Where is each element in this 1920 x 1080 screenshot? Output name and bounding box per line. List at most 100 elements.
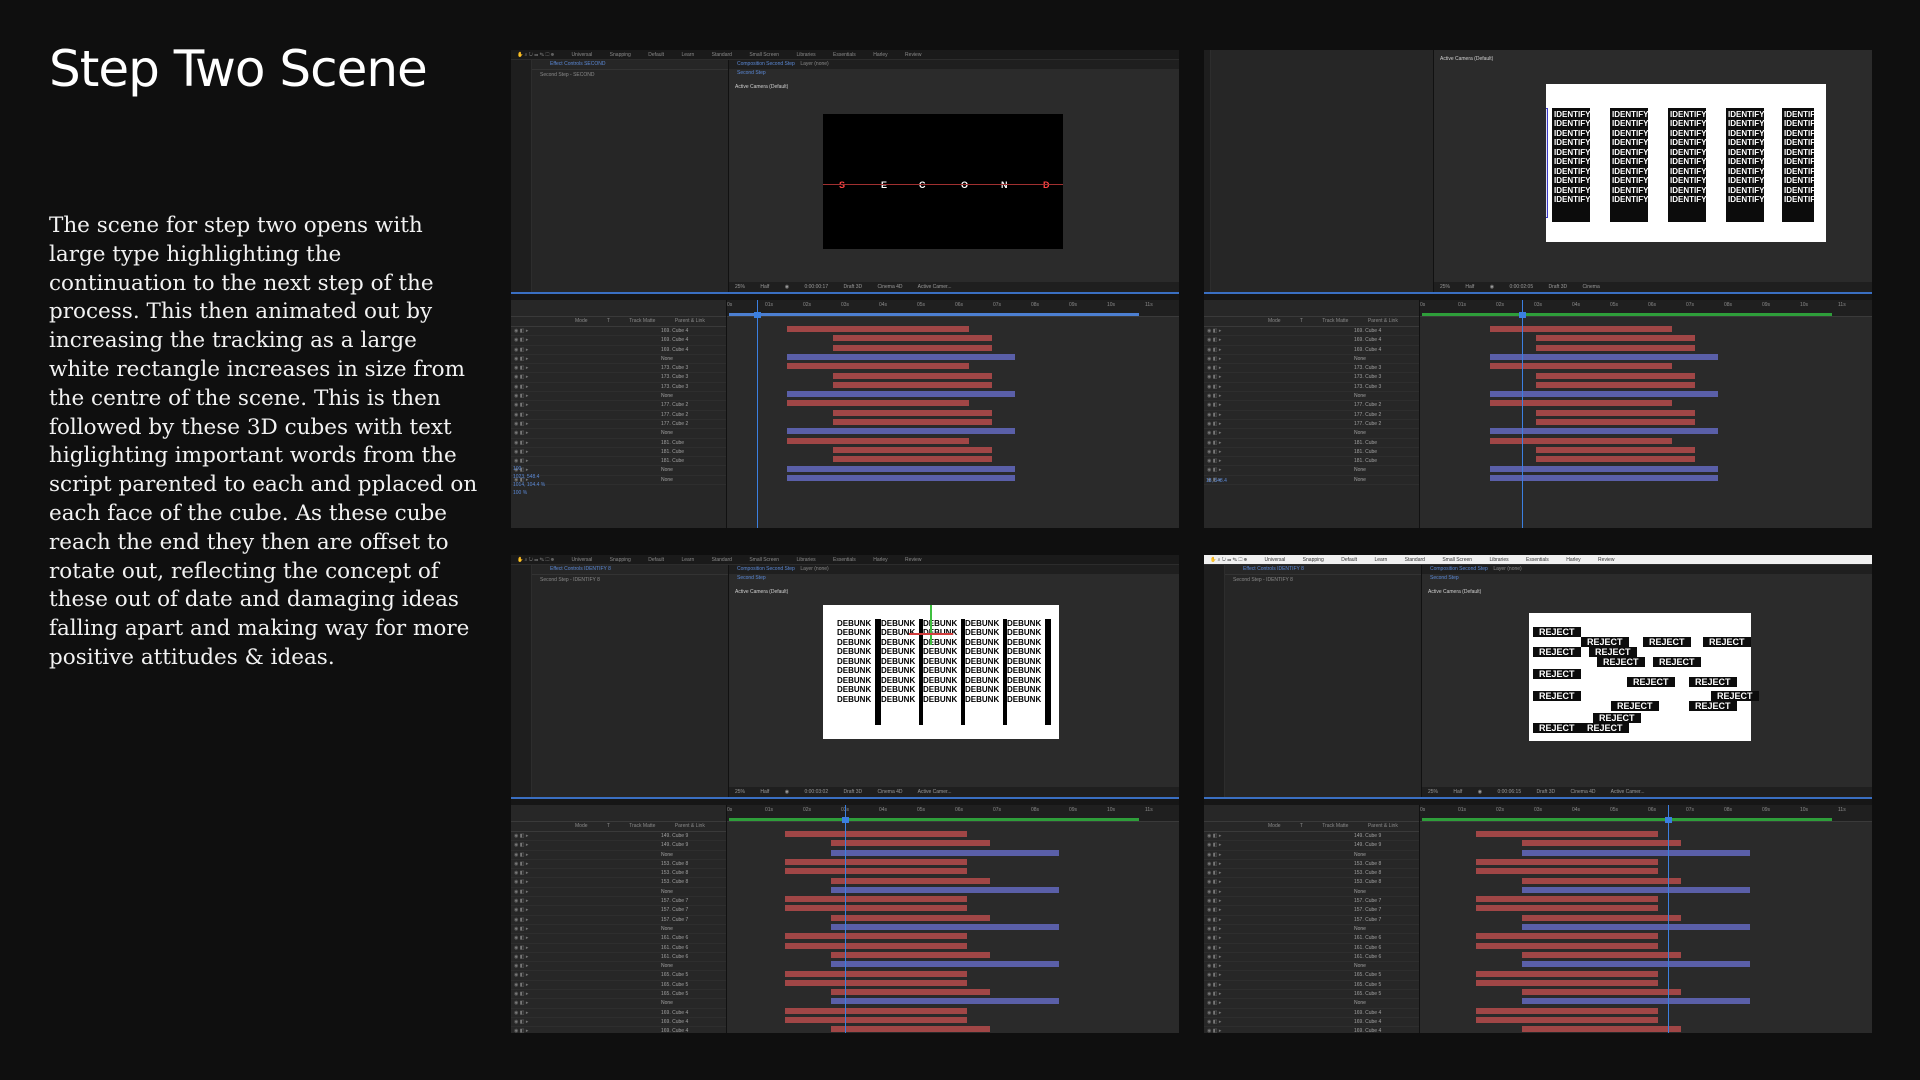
layer-row[interactable]: ◉ ◧ ▸ None (1204, 962, 1419, 972)
visibility-icon[interactable]: ◉ ◧ ▸ (1207, 1027, 1221, 1033)
layer-duration-bar[interactable] (1522, 840, 1681, 847)
work-area-bar[interactable] (729, 313, 1139, 316)
layer-row[interactable]: ◉ ◧ ▸ 149. Cube 9 (1204, 841, 1419, 851)
playhead[interactable] (754, 300, 761, 528)
layer-row[interactable]: ◉ ◧ ▸ 161. Cube 6 (1204, 944, 1419, 953)
layer-duration-bar[interactable] (785, 970, 967, 977)
layer-duration-bar[interactable] (831, 886, 1059, 893)
parent-dropdown[interactable]: 161. Cube 6 (661, 953, 688, 961)
layer-duration-bar[interactable] (787, 465, 1015, 472)
parent-dropdown[interactable]: 177. Cube 2 (1354, 411, 1381, 419)
renderer-label[interactable]: Draft 3D (844, 789, 863, 795)
tools-icon[interactable]: ✋ ⌕ ↻ ▭ ✎ ⬚ ⊕ (517, 557, 554, 563)
zoom-dropdown[interactable]: 25% (735, 789, 745, 795)
visibility-icon[interactable]: ◉ ◧ ▸ (1207, 981, 1221, 989)
layer-row[interactable]: ◉ ◧ ▸ 149. Cube 9 (511, 841, 726, 851)
layer-duration-bar[interactable] (785, 868, 967, 875)
resolution-dropdown[interactable]: Half (760, 789, 769, 795)
layer-row[interactable]: ◉ ◧ ▸ 157. Cube 7 (1204, 916, 1419, 925)
resolution-dropdown[interactable]: Half (1465, 284, 1474, 290)
layer-duration-bar[interactable] (1522, 924, 1750, 930)
layer-duration-bar[interactable] (1490, 428, 1718, 435)
camera-dropdown[interactable]: Active Camer... (918, 789, 952, 795)
layer-duration-bar[interactable] (1536, 456, 1695, 463)
layer-duration-bar[interactable] (1490, 400, 1672, 407)
parent-dropdown[interactable]: 169. Cube 4 (661, 336, 688, 344)
parent-dropdown[interactable]: 169. Cube 4 (1354, 1009, 1381, 1017)
parent-dropdown[interactable]: None (1354, 962, 1366, 970)
layer-duration-bar[interactable] (831, 989, 990, 996)
visibility-icon[interactable]: ◉ ◧ ▸ (1207, 1009, 1221, 1017)
parent-dropdown[interactable]: 169. Cube 4 (1354, 1018, 1381, 1026)
layer-row[interactable]: ◉ ◧ ▸ 173. Cube 3 (1204, 373, 1419, 383)
visibility-icon[interactable]: ◉ ◧ ▸ (514, 439, 528, 447)
layer-row[interactable]: ◉ ◧ ▸ 169. Cube 4 (1204, 1018, 1419, 1028)
layer-duration-bar[interactable] (831, 1026, 990, 1033)
layer-row[interactable]: ◉ ◧ ▸ 165. Cube 5 (511, 971, 726, 981)
layer-duration-bar[interactable] (1476, 1017, 1658, 1023)
layer-duration-bar[interactable] (1522, 961, 1750, 968)
composition-tab[interactable]: Composition Second Step (1430, 566, 1488, 572)
engine-dropdown[interactable]: Cinema 4D (878, 789, 903, 795)
playhead[interactable] (1665, 805, 1672, 1033)
layer-duration-bar[interactable] (1476, 831, 1658, 837)
layer-row[interactable]: ◉ ◧ ▸ 165. Cube 5 (511, 990, 726, 1000)
parent-dropdown[interactable]: None (1354, 851, 1366, 859)
layer-tab[interactable]: Layer (none) (1493, 566, 1521, 572)
parent-dropdown[interactable]: 149. Cube 9 (1354, 832, 1381, 840)
readout-4[interactable]: 100 % (513, 489, 545, 497)
camera-icon[interactable]: ◉ (785, 789, 789, 795)
layer-duration-bar[interactable] (833, 409, 992, 416)
workspace-default[interactable]: Default (648, 52, 664, 58)
layer-duration-bar[interactable] (1522, 886, 1750, 893)
parent-dropdown[interactable]: 153. Cube 8 (1354, 869, 1381, 877)
timecode[interactable]: 0:00:00:17 (804, 284, 828, 290)
layer-row[interactable]: ◉ ◧ ▸ 161. Cube 6 (1204, 934, 1419, 944)
layer-row[interactable]: ◉ ◧ ▸ 177. Cube 2 (511, 401, 726, 411)
snapping-checkbox[interactable]: Snapping (1303, 557, 1324, 563)
effect-controls-tab[interactable]: Effect Controls IDENTIFY 8 (550, 566, 611, 572)
layer-duration-bar[interactable] (1476, 933, 1658, 940)
layer-duration-bar[interactable] (1490, 437, 1672, 444)
visibility-icon[interactable]: ◉ ◧ ▸ (1207, 364, 1221, 372)
layer-row[interactable]: ◉ ◧ ▸ 153. Cube 8 (511, 860, 726, 870)
layer-duration-bar[interactable] (1522, 998, 1750, 1005)
visibility-icon[interactable]: ◉ ◧ ▸ (514, 878, 528, 886)
parent-dropdown[interactable]: 161. Cube 6 (1354, 934, 1381, 942)
visibility-icon[interactable]: ◉ ◧ ▸ (514, 851, 528, 859)
layer-duration-bar[interactable] (1476, 858, 1658, 865)
layer-tab[interactable]: Layer (none) (800, 61, 828, 67)
layer-row[interactable]: ◉ ◧ ▸ 153. Cube 8 (1204, 878, 1419, 888)
layer-duration-bar[interactable] (833, 419, 992, 425)
parent-dropdown[interactable]: 161. Cube 6 (661, 934, 688, 942)
layer-duration-bar[interactable] (785, 896, 967, 903)
visibility-icon[interactable]: ◉ ◧ ▸ (514, 1018, 528, 1026)
visibility-icon[interactable]: ◉ ◧ ▸ (514, 860, 528, 868)
layer-row[interactable]: ◉ ◧ ▸ 153. Cube 8 (1204, 860, 1419, 870)
renderer-label[interactable]: Draft 3D (844, 284, 863, 290)
workspace-harley[interactable]: Harley (873, 557, 887, 563)
layer-row[interactable]: ◉ ◧ ▸ 157. Cube 7 (1204, 906, 1419, 916)
workspace-small-screen[interactable]: Small Screen (749, 557, 779, 563)
workspace-standard[interactable]: Standard (712, 52, 732, 58)
layer-duration-bar[interactable] (1536, 381, 1695, 388)
layer-duration-bar[interactable] (1476, 979, 1658, 986)
workspace-libraries[interactable]: Libraries (796, 557, 815, 563)
layer-duration-bar[interactable] (1522, 1026, 1681, 1033)
parent-dropdown[interactable]: 177. Cube 2 (1354, 420, 1381, 428)
layer-duration-bar[interactable] (1476, 942, 1658, 949)
layer-duration-bar[interactable] (1490, 353, 1718, 360)
parent-dropdown[interactable]: None (661, 392, 673, 400)
layer-row[interactable]: ◉ ◧ ▸ 173. Cube 3 (1204, 383, 1419, 393)
visibility-icon[interactable]: ◉ ◧ ▸ (1207, 1018, 1221, 1026)
parent-dropdown[interactable]: 153. Cube 8 (1354, 860, 1381, 868)
layer-row[interactable]: ◉ ◧ ▸ None (511, 851, 726, 860)
visibility-icon[interactable]: ◉ ◧ ▸ (1207, 990, 1221, 998)
layer-row[interactable]: ◉ ◧ ▸ 177. Cube 2 (511, 411, 726, 420)
layer-row[interactable]: ◉ ◧ ▸ 161. Cube 6 (511, 934, 726, 944)
parent-dropdown[interactable]: 157. Cube 7 (661, 916, 688, 924)
engine-dropdown[interactable]: Cinema 4D (878, 284, 903, 290)
layer-duration-bar[interactable] (787, 363, 969, 370)
layer-row[interactable]: ◉ ◧ ▸ 153. Cube 8 (511, 869, 726, 879)
layer-duration-bar[interactable] (831, 877, 990, 884)
